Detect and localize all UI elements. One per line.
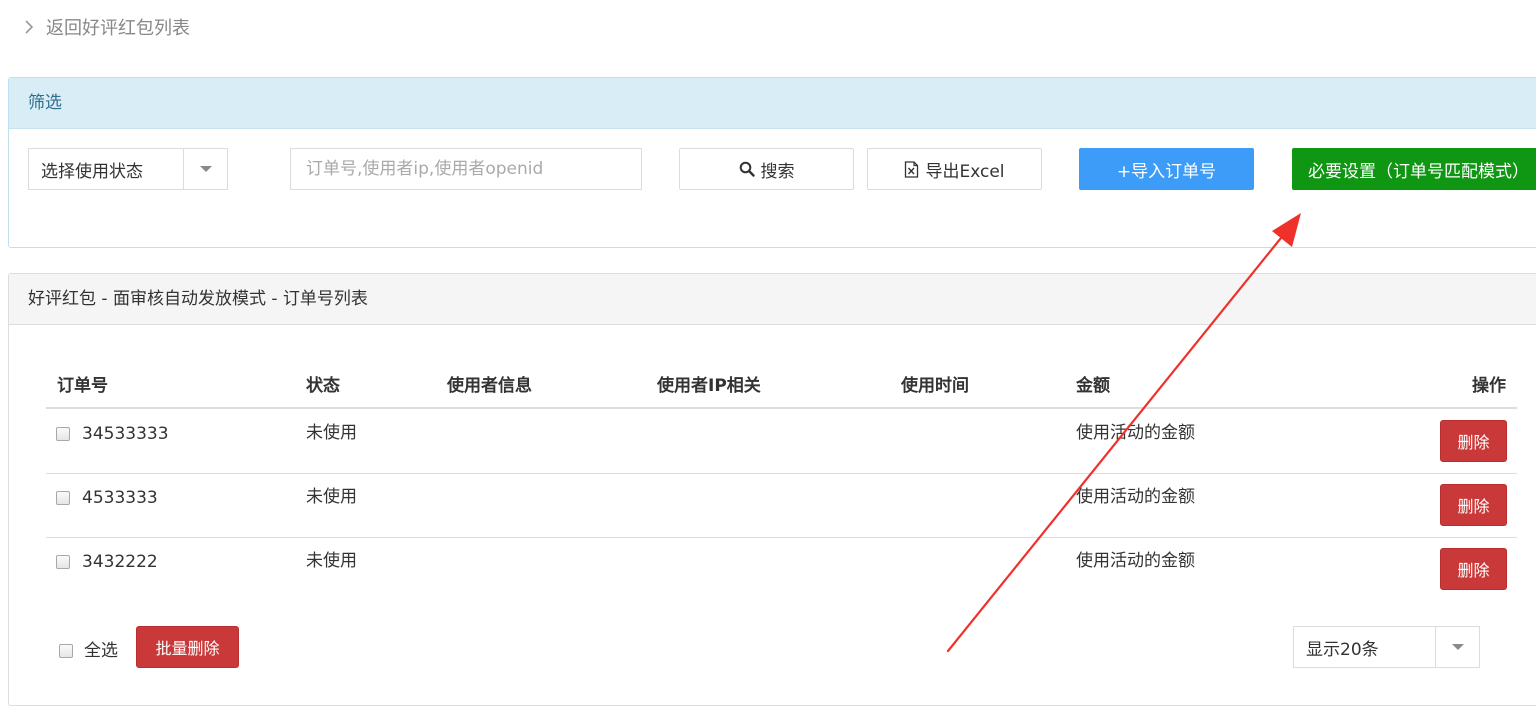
select-all-checkbox[interactable] [59,644,73,658]
settings-button[interactable]: 必要设置（订单号匹配模式） [1292,148,1536,190]
row-checkbox[interactable] [56,491,70,505]
status-text: 未使用 [306,487,357,507]
search-button-label: 搜索 [760,161,795,182]
export-excel-label: 导出Excel [925,161,1005,182]
column-header-time: 使用时间 [901,376,969,396]
table-row [46,474,1517,537]
column-header-user-ip: 使用者IP相关 [657,376,761,396]
status-text: 未使用 [306,423,357,443]
select-all-label[interactable]: 全选 [84,639,118,663]
order-number: 4533333 [82,488,158,508]
import-order-button[interactable]: +导入订单号 [1079,148,1254,190]
chevron-right-icon [25,20,34,34]
chevron-down-icon [183,149,227,189]
order-list-title: 好评红包 - 面审核自动发放模式 - 订单号列表 [9,274,1536,325]
back-link[interactable]: 返回好评红包列表 [22,14,190,40]
search-icon [739,161,755,177]
chevron-down-icon [1435,627,1479,667]
batch-delete-label: 批量删除 [155,639,220,658]
settings-button-label: 必要设置（订单号匹配模式） [1308,161,1529,182]
delete-button-label: 删除 [1457,497,1490,516]
excel-file-icon [905,160,919,178]
status-text: 未使用 [306,551,357,571]
column-header-action: 操作 [1472,376,1506,396]
amount-text: 使用活动的金额 [1076,551,1195,571]
back-link-label: 返回好评红包列表 [46,18,190,39]
table-row [46,538,1517,601]
column-header-user-info: 使用者信息 [447,376,532,396]
delete-button[interactable]: 删除 [1440,420,1507,462]
table-row [46,409,1517,473]
row-checkbox[interactable] [56,555,70,569]
amount-text: 使用活动的金额 [1076,487,1195,507]
delete-button-label: 删除 [1457,433,1490,452]
amount-text: 使用活动的金额 [1076,423,1195,443]
page-size-value: 显示20条 [1306,639,1379,660]
export-excel-button[interactable]: 导出Excel [867,148,1042,190]
import-order-label: +导入订单号 [1116,161,1217,182]
order-number: 34533333 [82,424,169,444]
delete-button[interactable]: 删除 [1440,548,1507,590]
batch-delete-button[interactable]: 批量删除 [136,626,239,668]
delete-button-label: 删除 [1457,561,1490,580]
row-checkbox[interactable] [56,427,70,441]
status-select-value: 选择使用状态 [41,161,143,182]
filter-panel-title: 筛选 [9,78,1536,129]
column-header-amount: 金额 [1076,376,1110,396]
column-header-status: 状态 [306,376,340,396]
status-select[interactable]: 选择使用状态 [28,148,228,190]
search-input[interactable] [290,148,642,190]
page-size-select[interactable]: 显示20条 [1293,626,1480,668]
order-number: 3432222 [82,552,158,572]
search-button[interactable]: 搜索 [679,148,854,190]
column-header-order: 订单号 [57,376,108,396]
delete-button[interactable]: 删除 [1440,484,1507,526]
